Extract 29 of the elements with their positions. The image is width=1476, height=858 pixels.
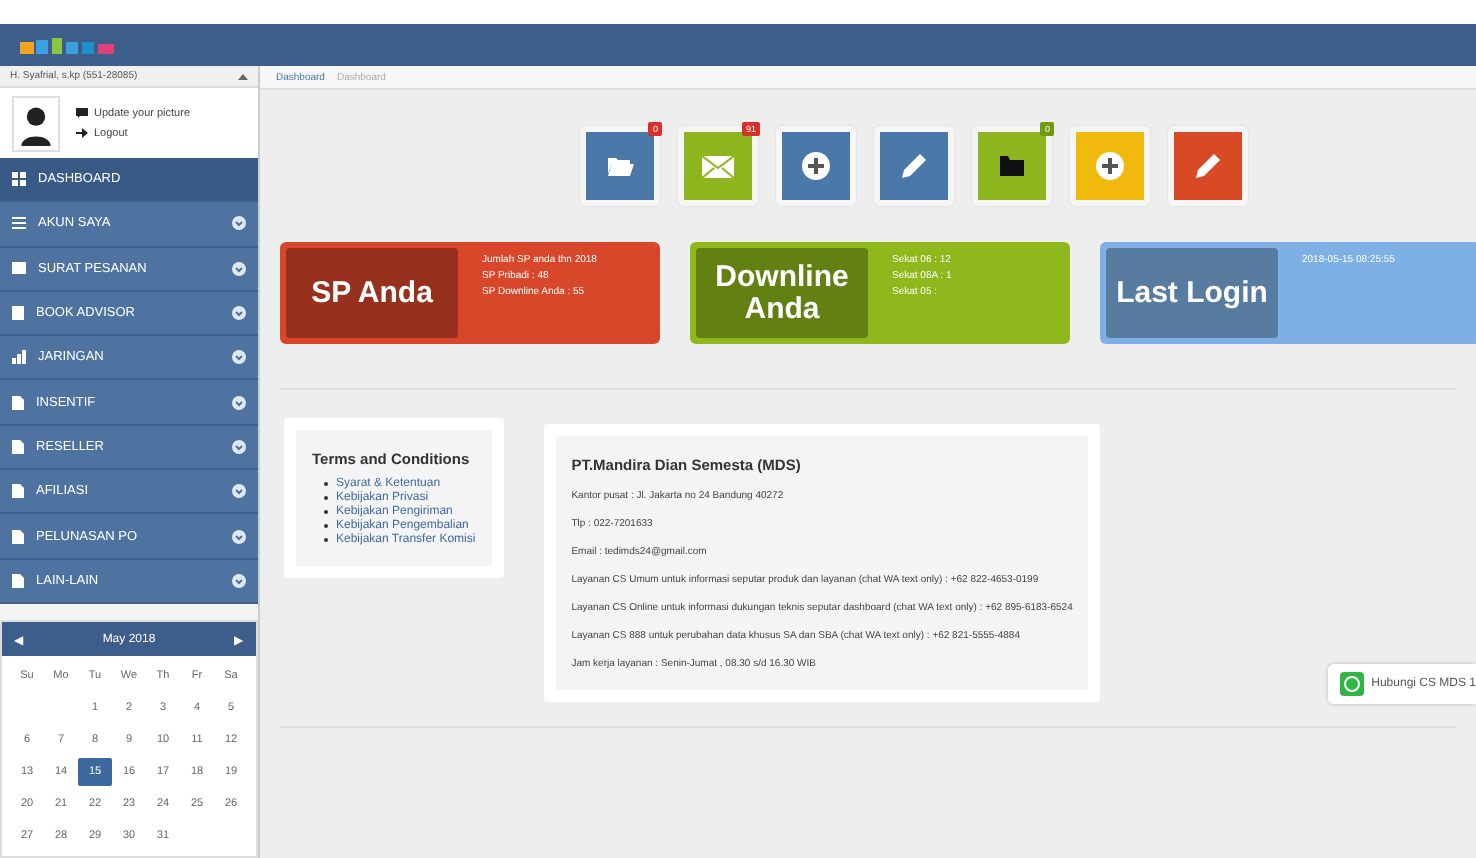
bar-chart-icon: [12, 350, 26, 365]
shortcut-button[interactable]: [1168, 126, 1248, 206]
whatsapp-icon: [1339, 672, 1364, 696]
comment-icon: [76, 108, 88, 119]
file-icon: [12, 573, 24, 588]
folder-icon: [998, 154, 1026, 178]
folder-icon: [606, 154, 634, 178]
book-icon: [12, 306, 24, 320]
pencil-icon: [900, 152, 928, 180]
avatar-icon: [12, 95, 60, 152]
caret-up-icon: [238, 73, 248, 80]
logo-icon: [20, 35, 116, 55]
stat-title: SP Anda: [286, 248, 458, 338]
stat-title: Last Login: [1106, 248, 1278, 338]
plus-circle-icon: [802, 152, 830, 180]
shortcut-button[interactable]: [874, 126, 954, 206]
plus-circle-icon: [1096, 152, 1124, 180]
envelope-icon: [12, 262, 26, 275]
pencil-icon: [1194, 152, 1222, 180]
list-icon: [12, 216, 26, 231]
file-icon: [12, 395, 24, 410]
shortcut-button[interactable]: [776, 126, 856, 206]
file-icon: [12, 439, 24, 454]
stat-title: Downline Anda: [696, 248, 868, 338]
file-icon: [12, 484, 24, 499]
grid-icon: [12, 172, 26, 187]
file-icon: [12, 529, 24, 544]
envelope-icon: [702, 155, 734, 177]
logout-icon: [76, 128, 88, 139]
